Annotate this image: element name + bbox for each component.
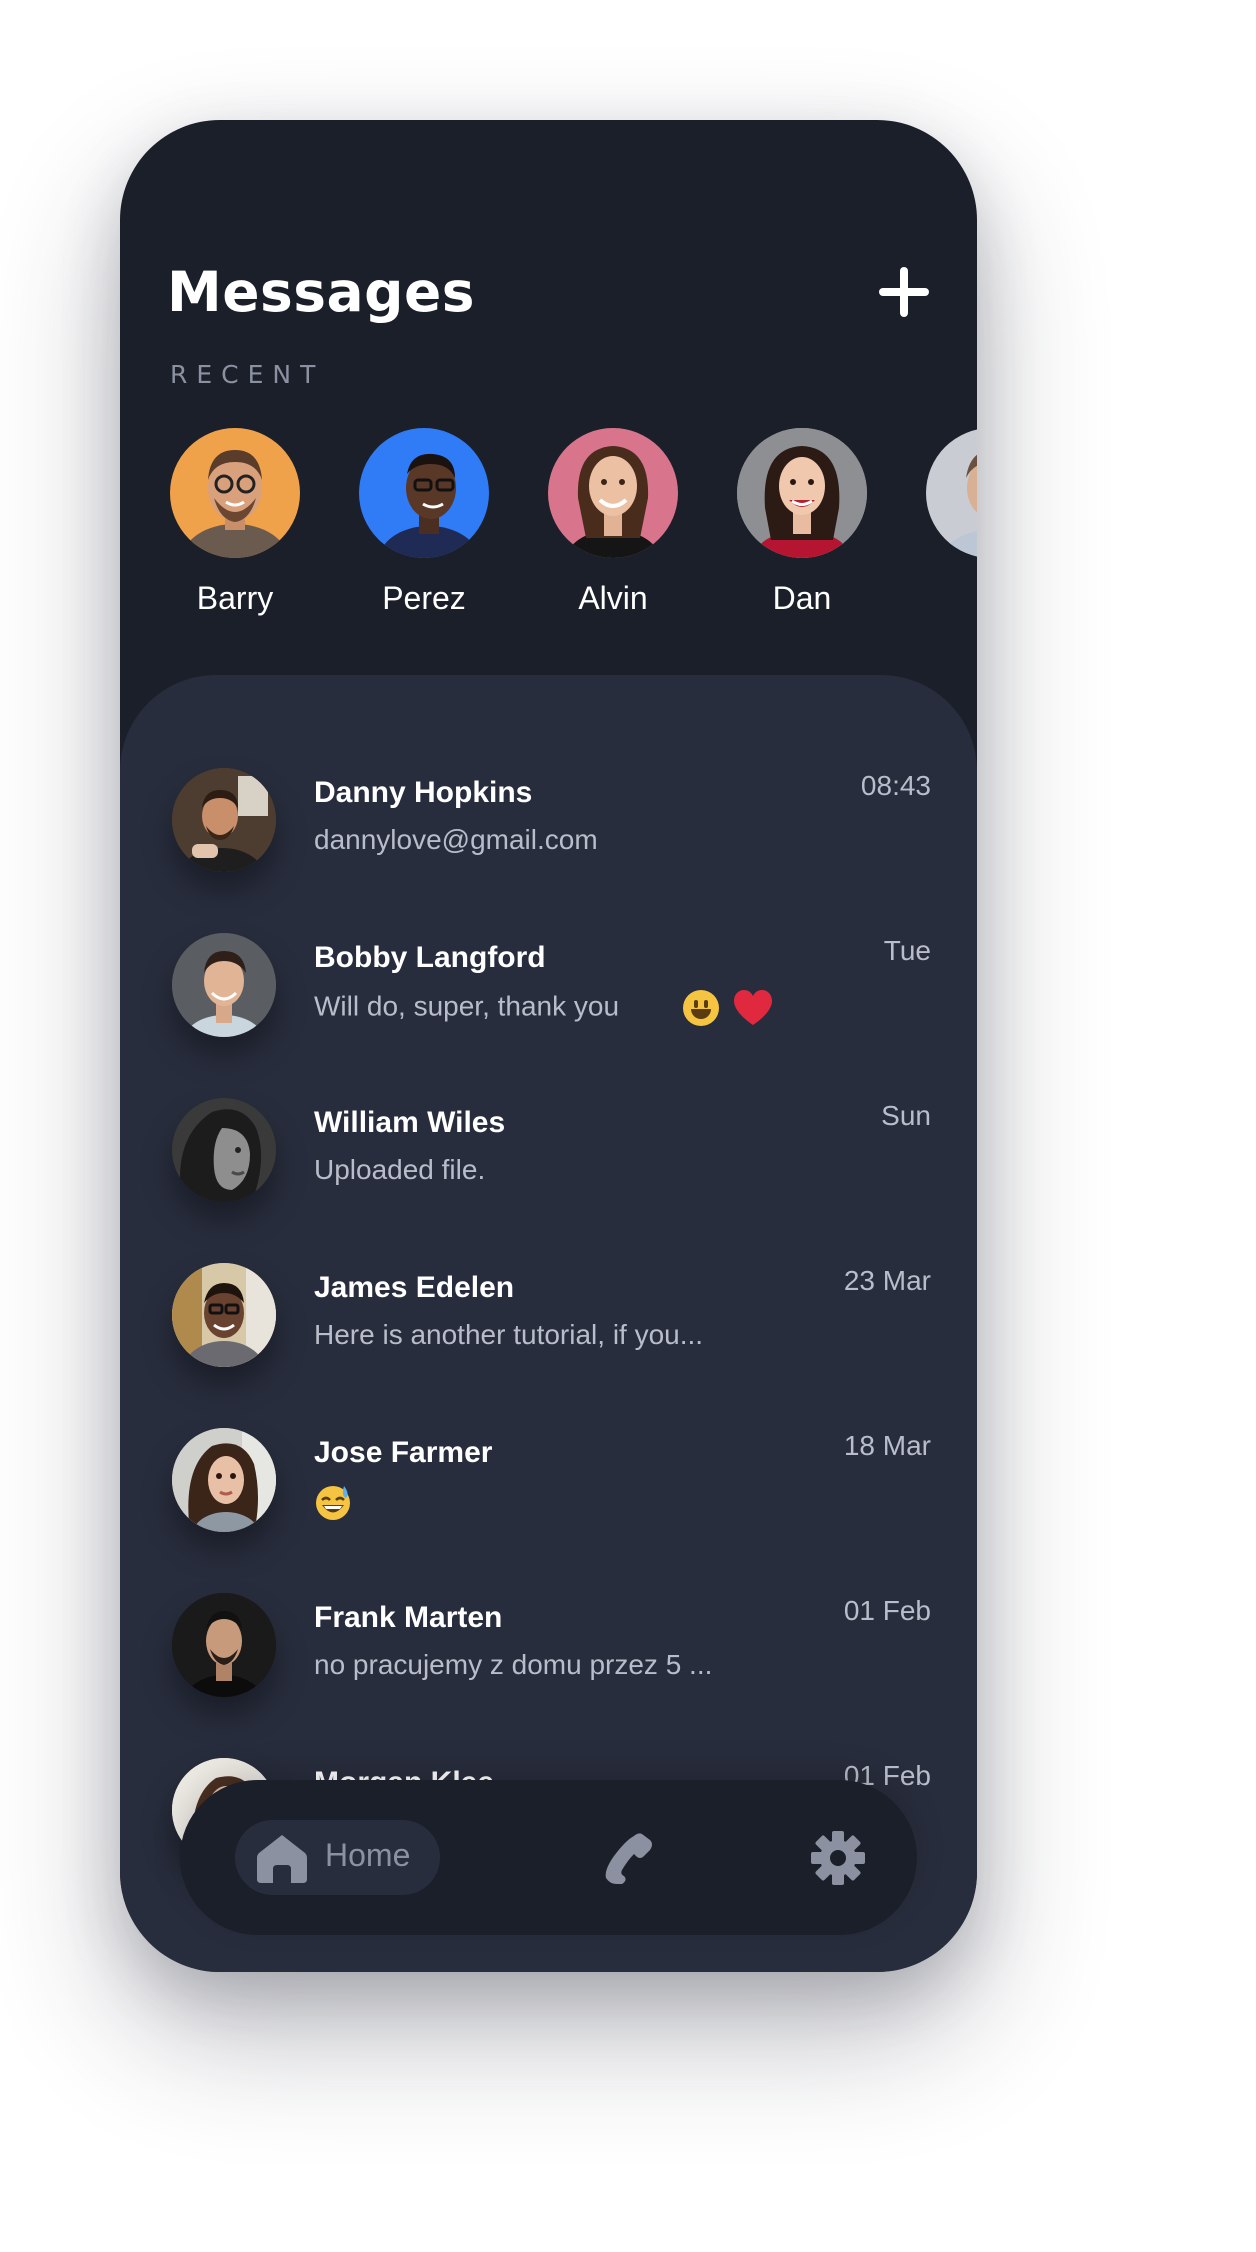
nav-home-button[interactable]: Home	[235, 1820, 440, 1895]
avatar	[172, 1428, 276, 1532]
contact-name: Jose Farmer	[314, 1436, 493, 1469]
phone-screen: Messages RECENT Barry Perez Alvin Dan Da…	[120, 120, 977, 1972]
message-preview-text: Will do, super, thank you	[314, 990, 620, 1022]
message-preview: Here is another tutorial, if you...	[314, 1319, 704, 1350]
message-time: Tue	[883, 935, 931, 966]
contact-name: Frank Marten	[314, 1601, 503, 1634]
avatar	[172, 1593, 276, 1697]
contact-name: Bobby Langford	[314, 941, 546, 974]
nav-home-label: Home	[325, 1837, 411, 1873]
grinning-sweat-emoji	[316, 1486, 350, 1520]
recent-section-label: RECENT	[170, 360, 325, 389]
avatar	[172, 768, 276, 872]
heart-emoji	[734, 990, 773, 1025]
recent-contacts-strip: Barry Perez Alvin Dan	[170, 428, 977, 638]
message-preview: no pracujemy z domu przez 5 ...	[314, 1649, 713, 1680]
contact-name: William Wiles	[314, 1106, 506, 1139]
avatar	[737, 428, 867, 558]
recent-contact-name: Fr	[926, 580, 977, 617]
recent-contact-name: Perez	[382, 580, 466, 616]
contact-name: Danny Hopkins	[314, 776, 533, 809]
new-message-button[interactable]	[879, 267, 929, 317]
message-time: 01 Feb	[843, 1595, 931, 1626]
avatar	[172, 1098, 276, 1202]
recent-contact-fr[interactable]: Fr	[926, 428, 977, 617]
message-time: 23 Mar	[843, 1265, 931, 1296]
contact-name: James Edelen	[314, 1271, 515, 1304]
recent-contact-name: Barry	[196, 580, 274, 616]
message-preview: dannylove@gmail.com	[314, 824, 598, 855]
conversation-list: Danny Hopkins dannylove@gmail.com 08:43 …	[120, 675, 977, 1972]
conversation-row[interactable]: Danny Hopkins dannylove@gmail.com 08:43	[120, 768, 977, 908]
gear-icon[interactable]	[810, 1830, 866, 1886]
conversation-row[interactable]: Jose Farmer 18 Mar	[120, 1428, 977, 1568]
avatar	[172, 933, 276, 1037]
recent-contact-name: Dan	[772, 580, 832, 616]
page-title: Messages	[167, 260, 476, 324]
avatar	[170, 428, 300, 558]
avatar	[172, 1263, 276, 1367]
home-icon	[257, 1835, 307, 1883]
phone-icon[interactable]	[600, 1830, 656, 1886]
conversation-row[interactable]: William Wiles Uploaded file. Sun	[120, 1098, 977, 1238]
smiley-emoji	[682, 990, 719, 1026]
avatar	[359, 428, 489, 558]
conversation-row[interactable]: Frank Marten no pracujemy z domu przez 5…	[120, 1593, 977, 1733]
message-time: 08:43	[860, 770, 931, 801]
conversation-row[interactable]: Bobby Langford Will do, super, thank you…	[120, 933, 977, 1073]
avatar	[548, 428, 678, 558]
recent-contact-barry[interactable]: Barry	[170, 428, 300, 617]
message-preview: Will do, super, thank you	[314, 989, 774, 1027]
recent-contact-perez[interactable]: Perez	[359, 428, 489, 617]
recent-contact-name: Alvin	[578, 580, 648, 616]
message-time: 18 Mar	[843, 1430, 931, 1461]
recent-contact-dan[interactable]: Dan	[737, 428, 867, 617]
bottom-navigation: Home	[180, 1780, 917, 1935]
recent-contact-alvin[interactable]: Alvin	[548, 428, 678, 617]
conversation-row[interactable]: James Edelen Here is another tutorial, i…	[120, 1263, 977, 1403]
message-preview	[314, 1484, 352, 1522]
message-preview: Uploaded file.	[314, 1154, 486, 1185]
avatar	[926, 428, 977, 558]
message-time: Sun	[881, 1100, 931, 1131]
